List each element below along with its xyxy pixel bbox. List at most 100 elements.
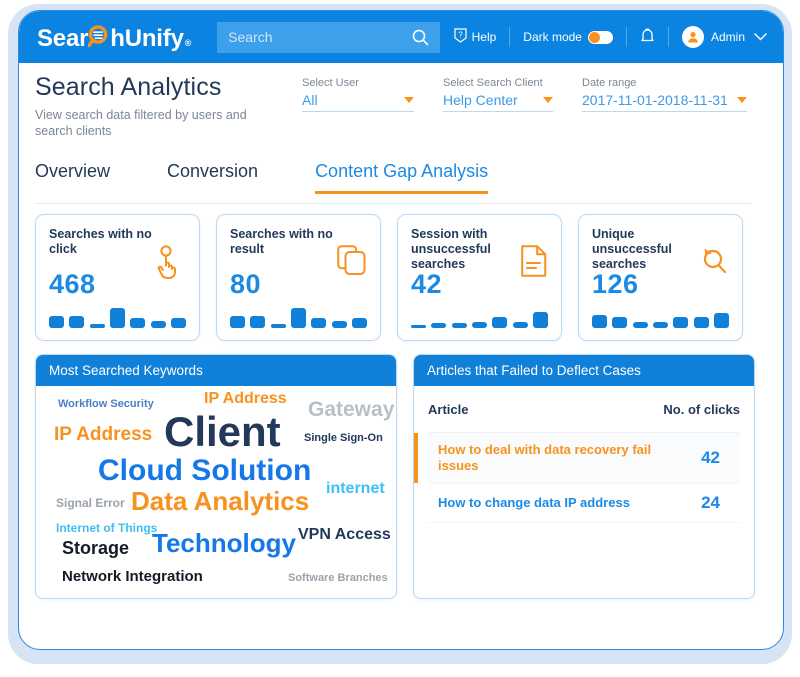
avatar [681,26,704,48]
tab-content-gap-analysis[interactable]: Content Gap Analysis [315,161,489,194]
article-clicks: 24 [701,493,720,512]
filter-select-search-client[interactable]: Select Search Client Help Center [443,77,553,112]
keyword-8[interactable]: Signal Error [56,496,125,510]
keyword-9[interactable]: Data Analytics [131,486,309,517]
app-window: Sear hUnify® ? Help Dark mode [18,10,784,650]
kpi-sparkline [411,306,548,328]
keyword-5[interactable]: Client [164,408,281,456]
filter-select-user[interactable]: Select User All [302,77,414,112]
column-header-article: Article [428,401,469,417]
most-searched-keywords-panel: Most Searched Keywords Workflow Security… [35,354,397,599]
kpi-value: 80 [230,269,262,299]
dark-mode-switch[interactable] [587,30,613,44]
search-icon[interactable] [412,29,429,51]
keyword-4[interactable]: IP Address [54,424,152,446]
article-clicks: 42 [701,448,720,467]
brand-logo[interactable]: Sear hUnify ® [37,22,191,53]
copy-pages-icon [337,245,366,281]
kpi-sparkline [592,306,729,328]
header-actions: ? Help Dark mode Admin [454,26,767,48]
global-search-box[interactable] [217,21,441,53]
help-label: Help [471,30,497,44]
chevron-down-icon[interactable] [404,97,414,103]
panel-title: Most Searched Keywords [36,355,396,386]
notifications-button[interactable] [640,27,655,47]
top-header-bar: Sear hUnify® ? Help Dark mode [19,11,783,63]
chevron-down-icon[interactable] [754,30,767,44]
keyword-10[interactable]: internet [326,480,385,498]
filter-label: Date range [582,77,637,89]
keyword-6[interactable]: Single Sign-On [304,432,383,444]
kpi-card-searches-no-result[interactable]: Searches with no result 80 [216,214,381,341]
table-header-row: Article No. of clicks [428,386,740,433]
kpi-sparkline [230,306,367,328]
logo-text-part2: hUnify [110,24,184,52]
user-label: Admin [710,30,745,44]
header-divider-3 [667,27,669,47]
filter-value: Help Center [443,92,518,108]
kpi-title: Unique unsuccessful searches [592,227,672,271]
keyword-14[interactable]: VPN Access [298,526,391,544]
help-icon: ? [454,28,467,46]
kpi-title: Searches with no click [49,227,152,256]
click-hand-icon [154,245,185,284]
kpi-title: Session with unsuccessful searches [411,227,491,271]
page-title: Search Analytics [35,73,222,101]
articles-failed-deflect-panel: Articles that Failed to Deflect Cases Ar… [413,354,755,599]
tab-bar: Overview Conversion Content Gap Analysis [35,161,751,204]
article-title[interactable]: How to deal with data recovery fail issu… [438,442,670,474]
filter-value-wrap[interactable]: 2017-11-01-2018-11-31 [582,92,747,112]
filter-bar: Select User All Select Search Client Hel… [302,77,776,112]
kpi-title: Searches with no result [230,227,333,256]
filter-date-range[interactable]: Date range 2017-11-01-2018-11-31 [582,77,747,112]
kpi-card-searches-no-click[interactable]: Searches with no click 468 [35,214,200,341]
dark-mode-toggle[interactable]: Dark mode [523,30,613,44]
magnifier-logo-icon [88,22,110,47]
keyword-2[interactable]: IP Address [204,390,287,408]
keyword-12[interactable]: Storage [62,538,129,559]
keyword-7[interactable]: Cloud Solution [98,454,311,488]
filter-value: All [302,92,318,108]
keyword-16[interactable]: Software Branches [288,572,388,584]
column-header-clicks: No. of clicks [663,401,740,417]
keyword-13[interactable]: Technology [152,528,296,559]
bell-icon[interactable] [640,27,655,47]
document-icon [521,245,547,282]
keyword-1[interactable]: Workflow Security [58,398,154,410]
chevron-down-icon[interactable] [543,97,553,103]
filter-value-wrap[interactable]: Help Center [443,92,553,112]
kpi-sparkline [49,306,186,328]
tab-conversion[interactable]: Conversion [167,161,258,193]
search-input[interactable] [217,28,406,46]
page-header-row: Search Analytics View search data filter… [19,63,783,138]
kpi-value: 468 [49,269,96,299]
svg-text:?: ? [458,31,463,40]
header-divider-2 [625,27,627,47]
page-subtitle: View search data filtered by users and s… [35,108,247,138]
keyword-15[interactable]: Network Integration [62,568,203,585]
search-refresh-icon [696,245,728,281]
panel-title: Articles that Failed to Deflect Cases [414,355,754,386]
kpi-card-session-unsuccessful[interactable]: Session with unsuccessful searches 42 [397,214,562,341]
keyword-3[interactable]: Gateway [308,398,394,422]
article-title[interactable]: How to change data IP address [438,495,670,511]
filter-value: 2017-11-01-2018-11-31 [582,92,728,108]
logo-registered-mark: ® [184,37,192,48]
header-divider-1 [509,27,511,47]
user-menu[interactable]: Admin [681,26,767,48]
filter-label: Select Search Client [443,77,543,89]
logo-text-part1: Sear [37,24,89,52]
filter-label: Select User [302,77,359,89]
keyword-word-cloud: Workflow Security IP Address Gateway IP Add… [36,386,396,597]
tab-overview[interactable]: Overview [35,161,110,193]
kpi-value: 126 [592,269,639,299]
articles-table: Article No. of clicks How to deal with d… [414,386,754,523]
chevron-down-icon[interactable] [737,97,747,103]
keyword-11[interactable]: Internet of Things [56,521,157,535]
dark-mode-label: Dark mode [523,30,582,44]
table-row[interactable]: How to change data IP address 24 [428,484,740,523]
table-row[interactable]: How to deal with data recovery fail issu… [414,433,740,484]
filter-value-wrap[interactable]: All [302,92,414,112]
kpi-card-unique-unsuccessful[interactable]: Unique unsuccessful searches 126 [578,214,743,341]
help-button[interactable]: ? Help [454,28,497,46]
